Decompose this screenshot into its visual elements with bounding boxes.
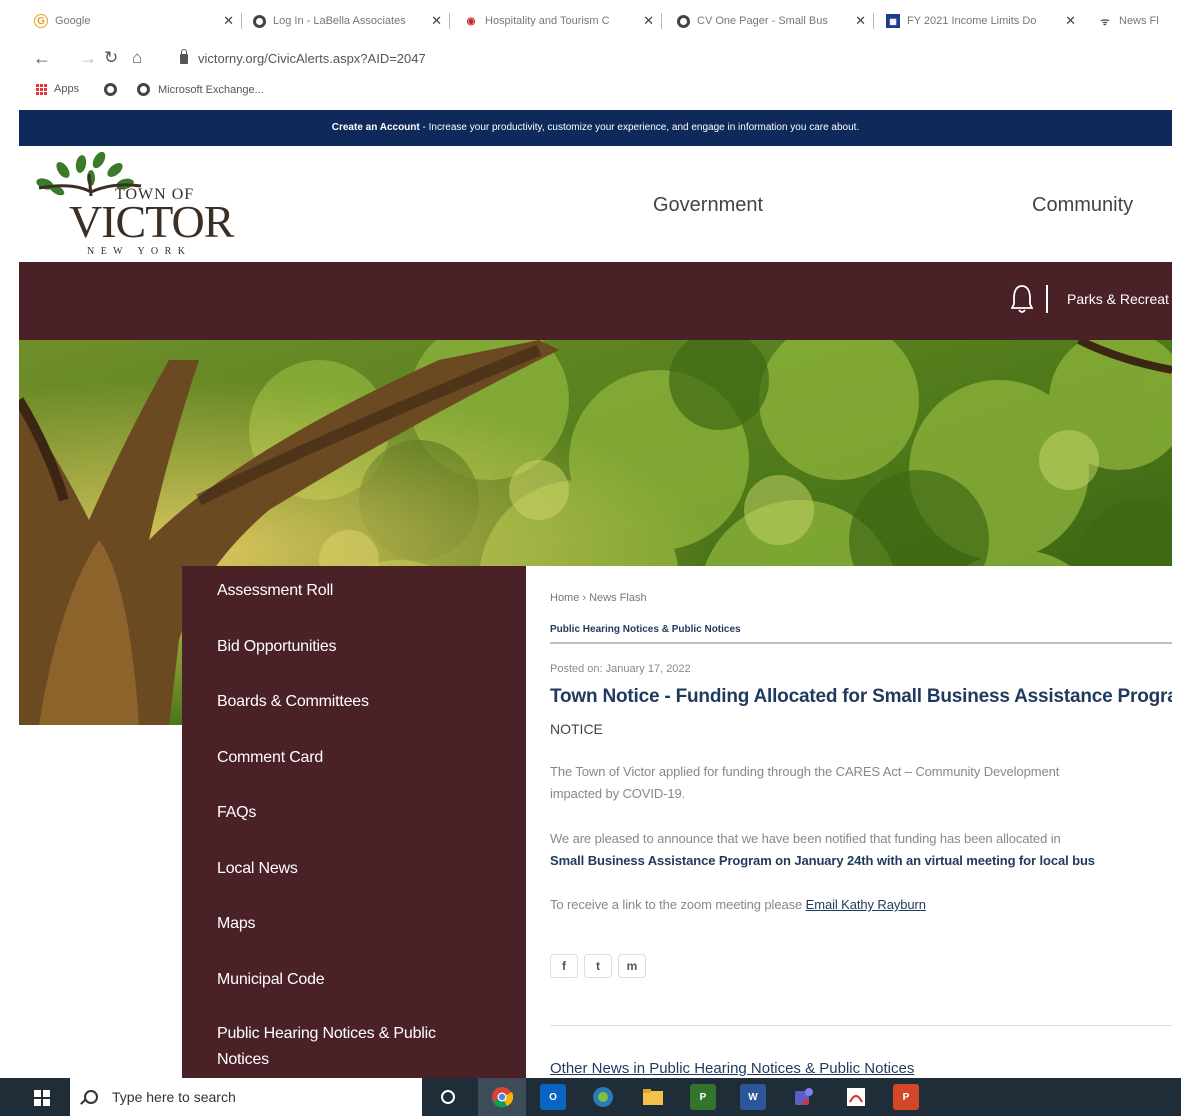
file-explorer-icon[interactable] <box>640 1084 666 1110</box>
menu-item-assessment-roll[interactable]: Assessment Roll <box>217 578 477 604</box>
taskbar-search[interactable]: Type here to search <box>70 1078 422 1116</box>
bell-icon[interactable] <box>1011 284 1033 314</box>
bookmark-apps[interactable]: Apps <box>36 83 79 95</box>
tab-separator <box>241 13 242 29</box>
word-icon[interactable]: W <box>740 1084 766 1110</box>
nav-government[interactable]: Government <box>653 194 763 217</box>
browser-tab-bar: G Google ✕ Log In - LaBella Associates ✕… <box>0 0 1181 42</box>
menu-item-public-hearing-notices[interactable]: Public Hearing Notices & Public Notices <box>217 1021 477 1073</box>
hud-icon: ▦ <box>886 14 900 28</box>
tab-separator <box>449 13 450 29</box>
menu-item-boards-committees[interactable]: Boards & Committees <box>217 689 477 715</box>
back-icon[interactable]: ← <box>33 48 51 68</box>
facebook-share-button[interactable]: f <box>550 954 578 978</box>
google-icon: G <box>34 14 48 28</box>
email-kathy-rayburn-link[interactable]: Email Kathy Rayburn <box>806 897 926 912</box>
tab-cv-one-pager[interactable]: CV One Pager - Small Bus ✕ <box>676 8 866 34</box>
windows-taskbar: Type here to search O P W P <box>0 1078 1181 1116</box>
paragraph-funding: We are pleased to announce that we have … <box>550 831 1095 868</box>
chrome-icon[interactable] <box>489 1084 515 1110</box>
menu-item-bid-opportunities[interactable]: Bid Opportunities <box>217 634 477 660</box>
menu-item-municipal-code[interactable]: Municipal Code <box>217 967 477 993</box>
address-bar: ← → ↻ ⌂ victorny.org/CivicAlerts.aspx?AI… <box>0 42 1181 76</box>
powerpoint-icon[interactable]: P <box>893 1084 919 1110</box>
cortana-icon[interactable] <box>441 1090 455 1104</box>
tab-google[interactable]: G Google ✕ <box>34 8 234 34</box>
eye-icon: ◉ <box>466 15 476 27</box>
website: Create an Account - Increase your produc… <box>19 110 1172 1078</box>
globe-icon <box>676 14 690 28</box>
create-account-link[interactable]: Create an Account <box>332 122 420 133</box>
town-logo[interactable]: TOWN OF VICTOR N E W Y O R K <box>33 151 253 258</box>
tab-hospitality[interactable]: ◉ Hospitality and Tourism C ✕ <box>464 8 654 34</box>
menu-item-faqs[interactable]: FAQs <box>217 800 477 826</box>
category-link[interactable]: Public Hearing Notices & Public Notices <box>550 624 741 635</box>
globe-icon <box>252 14 266 28</box>
paragraph-zoom: To receive a link to the zoom meeting pl… <box>550 897 926 912</box>
tab-income-limits[interactable]: ▦ FY 2021 Income Limits Do ✕ <box>886 8 1076 34</box>
close-icon[interactable]: ✕ <box>855 13 866 29</box>
project-icon[interactable]: P <box>690 1084 716 1110</box>
close-icon[interactable]: ✕ <box>431 13 442 29</box>
create-account-banner[interactable]: Create an Account - Increase your produc… <box>19 110 1172 146</box>
bookmark-exchange[interactable]: Microsoft Exchange... <box>137 83 264 96</box>
email-icon: m <box>626 959 638 973</box>
menu-item-local-news[interactable]: Local News <box>217 856 477 882</box>
close-icon[interactable]: ✕ <box>1065 13 1076 29</box>
nav-community[interactable]: Community <box>1032 194 1133 217</box>
twitter-icon: t <box>596 959 600 973</box>
globe-icon <box>137 83 150 96</box>
utility-bar: Parks & Recreat <box>19 262 1172 340</box>
paragraph-cares: The Town of Victor applied for funding t… <box>550 764 1060 801</box>
browser-icon[interactable] <box>590 1084 616 1110</box>
globe-icon <box>104 83 117 96</box>
article-content: Home › News Flash Public Hearing Notices… <box>526 566 1172 1078</box>
posted-date: Posted on: January 17, 2022 <box>550 663 691 675</box>
parks-recreation-link[interactable]: Parks & Recreat <box>1067 291 1169 307</box>
apps-grid-icon <box>36 83 47 95</box>
reload-icon[interactable]: ↻ <box>104 48 118 68</box>
site-header: TOWN OF VICTOR N E W Y O R K Government … <box>19 146 1172 262</box>
teams-icon[interactable] <box>790 1084 816 1110</box>
facebook-icon: f <box>562 959 566 973</box>
tab-news-flash[interactable]: ᯤ News Fl <box>1098 8 1181 34</box>
email-share-button[interactable]: m <box>618 954 646 978</box>
menu-item-comment-card[interactable]: Comment Card <box>217 745 477 771</box>
tab-separator <box>661 13 662 29</box>
breadcrumb[interactable]: Home › News Flash <box>550 592 647 604</box>
bookmarks-bar: Apps Microsoft Exchange... <box>0 76 1181 104</box>
section-divider <box>550 1025 1172 1026</box>
side-menu: Assessment Roll Bid Opportunities Boards… <box>182 566 526 1078</box>
windows-start-icon[interactable] <box>34 1090 50 1106</box>
forward-icon[interactable]: → <box>79 48 97 68</box>
broadcast-icon: ᯤ <box>1100 17 1110 28</box>
other-news-heading[interactable]: Other News in Public Hearing Notices & P… <box>550 1060 914 1077</box>
category-divider <box>550 642 1172 644</box>
home-icon[interactable]: ⌂ <box>132 48 142 68</box>
twitter-share-button[interactable]: t <box>584 954 612 978</box>
utility-divider <box>1046 285 1048 313</box>
search-icon <box>84 1090 98 1104</box>
tab-labella[interactable]: Log In - LaBella Associates ✕ <box>252 8 442 34</box>
close-icon[interactable]: ✕ <box>643 13 654 29</box>
tab-separator <box>873 13 874 29</box>
article-title: Town Notice - Funding Allocated for Smal… <box>550 686 1172 707</box>
acrobat-icon[interactable] <box>843 1084 869 1110</box>
menu-item-maps[interactable]: Maps <box>217 911 477 937</box>
bookmark-globe[interactable] <box>104 83 125 96</box>
close-icon[interactable]: ✕ <box>223 13 234 29</box>
lock-icon <box>180 48 188 64</box>
notice-label: NOTICE <box>550 721 603 737</box>
url-field[interactable]: victorny.org/CivicAlerts.aspx?AID=2047 <box>180 48 426 66</box>
outlook-icon[interactable]: O <box>540 1084 566 1110</box>
